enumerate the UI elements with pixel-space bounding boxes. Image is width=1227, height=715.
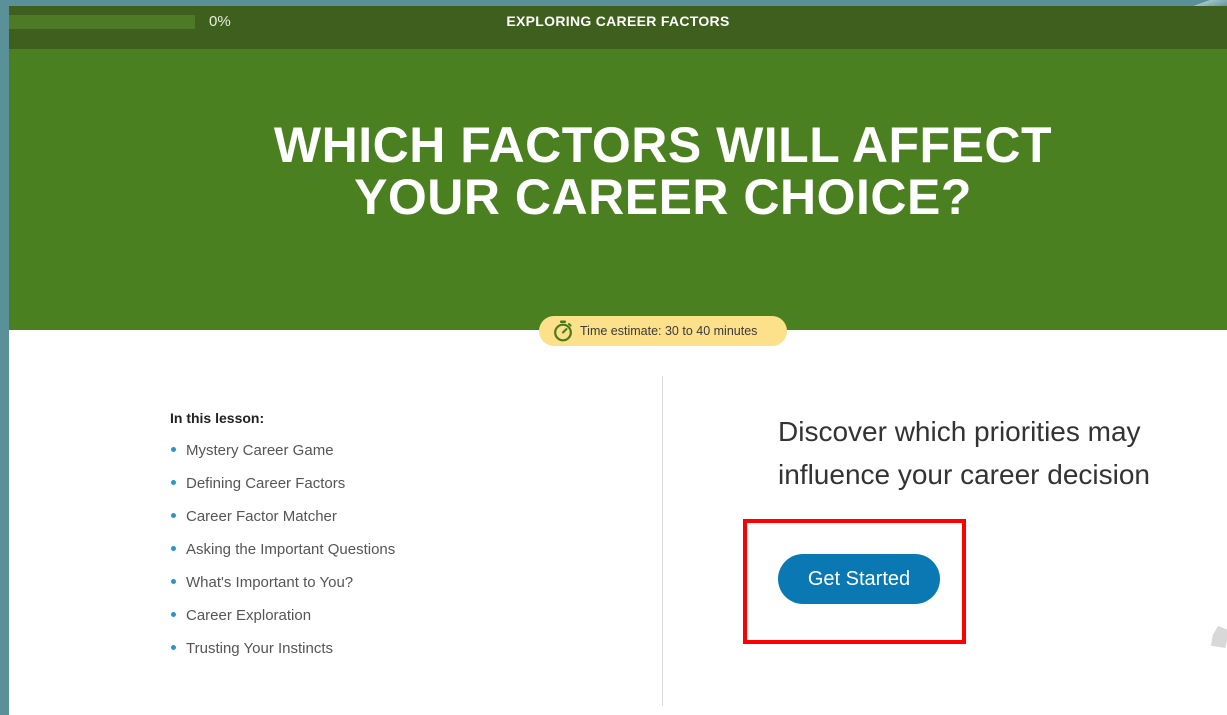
time-estimate-text: Time estimate: 30 to 40 minutes xyxy=(580,324,758,338)
hero-title-line-2: YOUR CAREER CHOICE? xyxy=(354,169,972,225)
lesson-topic: Defining Career Factors xyxy=(170,475,650,508)
lesson-topic-label: Mystery Career Game xyxy=(186,442,334,459)
lesson-topic: Career Exploration xyxy=(170,607,650,640)
column-divider xyxy=(662,376,663,706)
bullet-icon xyxy=(171,579,176,584)
lesson-topic: Trusting Your Instincts xyxy=(170,640,650,673)
lesson-topic: Career Factor Matcher xyxy=(170,508,650,541)
stopwatch-icon xyxy=(554,320,572,342)
lesson-topic-label: Career Exploration xyxy=(186,607,312,624)
lesson-outline-heading: In this lesson: xyxy=(170,410,265,426)
bullet-icon xyxy=(171,513,176,518)
bullet-icon xyxy=(171,645,176,650)
bullet-icon xyxy=(171,447,176,452)
lesson-topic-label: Defining Career Factors xyxy=(186,475,346,492)
hero-banner: WHICH FACTORS WILL AFFECT YOUR CAREER CH… xyxy=(9,49,1227,330)
lesson-title: EXPLORING CAREER FACTORS xyxy=(506,13,730,29)
lesson-topic-label: Trusting Your Instincts xyxy=(186,640,334,657)
lesson-description: Discover which priorities may influence … xyxy=(778,416,1150,490)
lesson-topic-list: Mystery Career Game Defining Career Fact… xyxy=(170,442,650,673)
lesson-topic: What's Important to You? xyxy=(170,574,650,607)
lesson-topic-label: Asking the Important Questions xyxy=(186,541,396,558)
decorative-shape xyxy=(1211,626,1227,648)
time-estimate-badge: Time estimate: 30 to 40 minutes xyxy=(539,316,787,346)
lesson-topic-label: Career Factor Matcher xyxy=(186,508,337,525)
bullet-icon xyxy=(171,612,176,617)
lesson-topic: Mystery Career Game xyxy=(170,442,650,475)
bullet-icon xyxy=(171,546,176,551)
top-bar: 0% EXPLORING CAREER FACTORS xyxy=(9,6,1227,49)
get-started-button[interactable]: Get Started xyxy=(778,554,940,604)
lesson-outline: In this lesson: Mystery Career Game Defi… xyxy=(170,410,650,673)
lesson-topic: Asking the Important Questions xyxy=(170,541,650,574)
lesson-page: 0% EXPLORING CAREER FACTORS WHICH FACTOR… xyxy=(9,6,1227,715)
lesson-topic-label: What's Important to You? xyxy=(186,574,354,591)
hero-title: WHICH FACTORS WILL AFFECT YOUR CAREER CH… xyxy=(9,119,1227,223)
hero-title-line-1: WHICH FACTORS WILL AFFECT xyxy=(273,117,1053,173)
bullet-icon xyxy=(171,480,176,485)
